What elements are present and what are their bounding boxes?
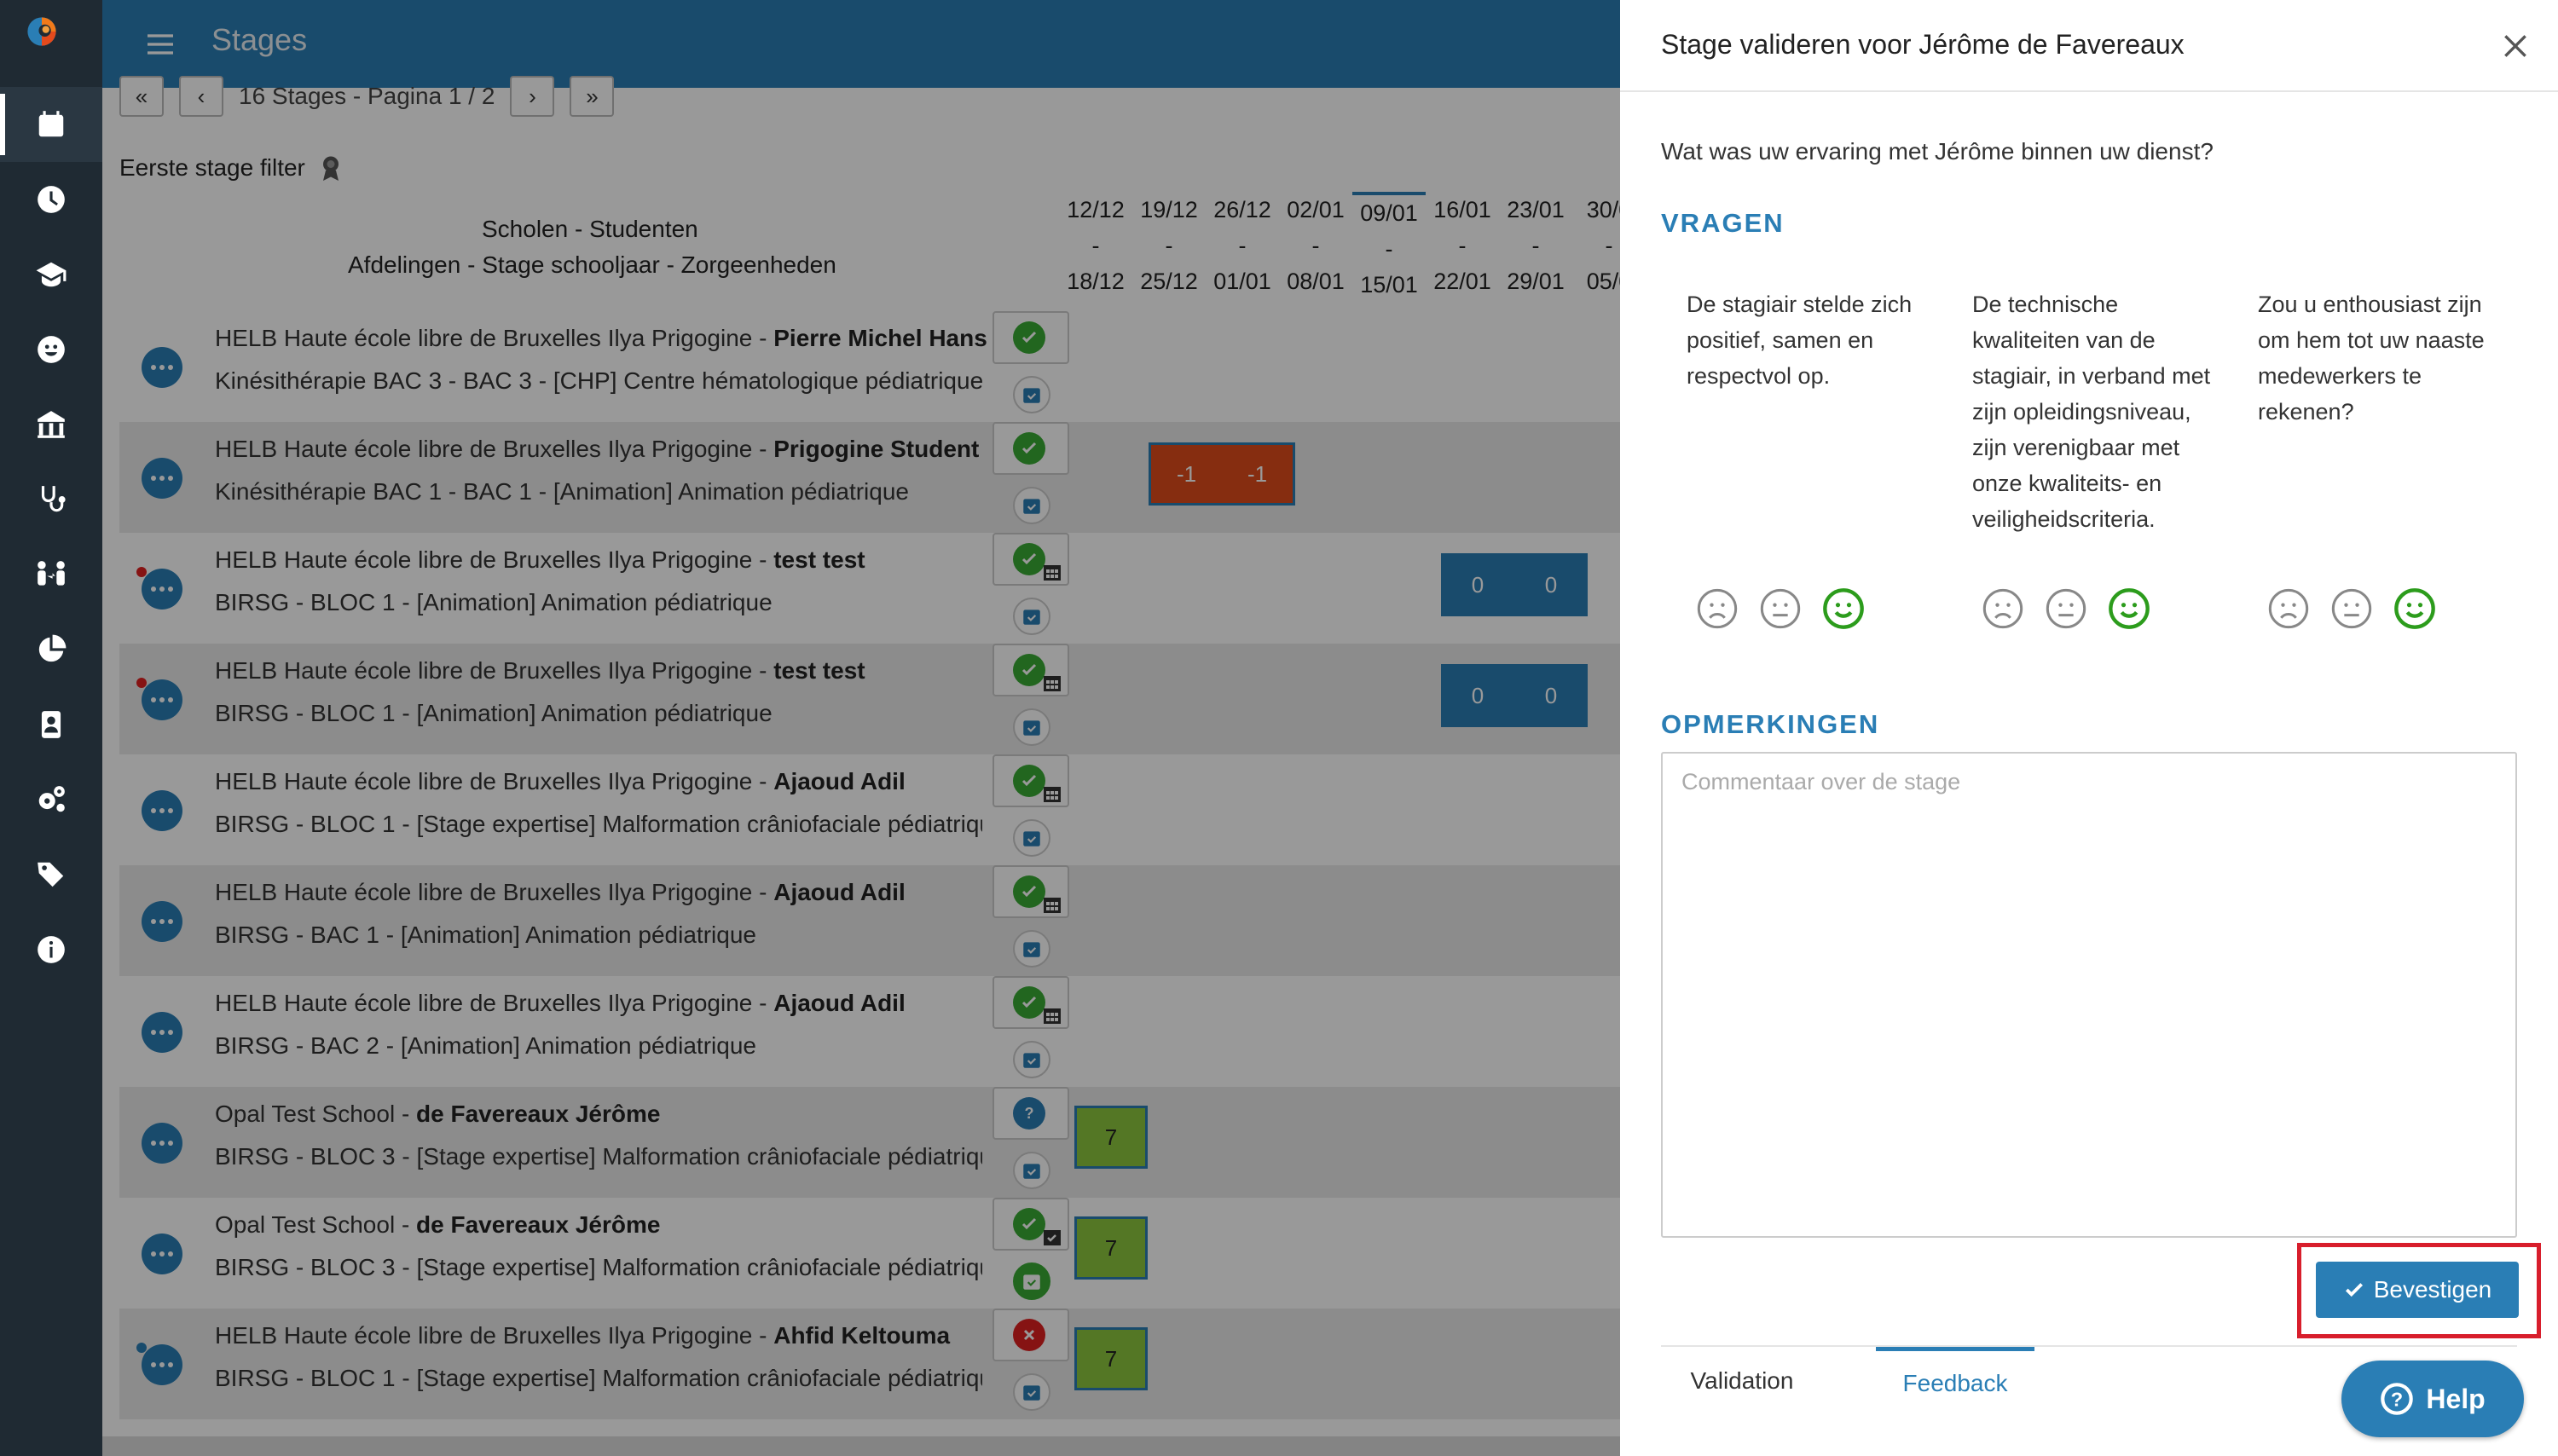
sad-face-icon[interactable] <box>1981 586 2025 631</box>
question-text: De technische kwaliteiten van de stagiai… <box>1972 292 2211 532</box>
remarks-title: OPMERKINGEN <box>1661 709 1880 739</box>
sidebar <box>0 0 102 1456</box>
tags-icon <box>38 862 64 887</box>
question-text: Zou u enthousiast zijn om hem tot uw naa… <box>2258 292 2485 425</box>
app-logo[interactable] <box>26 15 77 70</box>
nav-mentors[interactable] <box>0 537 102 612</box>
confirm-button[interactable]: Bevestigen <box>2316 1262 2519 1318</box>
address-book-icon <box>41 711 61 738</box>
gears-icon <box>38 786 65 812</box>
school-icon <box>38 411 65 438</box>
nav-tags[interactable] <box>0 837 102 912</box>
question-text: De stagiair stelde zich positief, samen … <box>1687 292 1913 389</box>
rating-group <box>2266 586 2437 631</box>
check-icon <box>2345 1283 2363 1297</box>
close-icon[interactable] <box>2498 29 2532 63</box>
validation-drawer: Stage valideren voor Jérôme de Favereaux… <box>1620 0 2558 1456</box>
neutral-face-icon[interactable] <box>1758 586 1803 631</box>
nav-feedback[interactable] <box>0 312 102 387</box>
svg-text:?: ? <box>2391 1388 2403 1410</box>
stethoscope-icon <box>41 486 66 512</box>
rating-group <box>1981 586 2151 631</box>
clock-icon <box>38 186 65 213</box>
nav-school[interactable] <box>0 387 102 462</box>
pie-chart-icon <box>38 634 67 662</box>
nav-calendar[interactable] <box>0 87 102 162</box>
tab-validation[interactable]: Validation <box>1661 1347 1823 1415</box>
nav-statistics[interactable] <box>0 612 102 687</box>
modal-backdrop[interactable] <box>102 0 1620 1456</box>
remarks-textarea[interactable] <box>1661 752 2517 1238</box>
nav-contacts[interactable] <box>0 687 102 762</box>
happy-face-icon[interactable] <box>1821 586 1866 631</box>
nav-settings[interactable] <box>0 762 102 837</box>
help-button[interactable]: ? Help <box>2341 1361 2524 1437</box>
graduation-cap-icon <box>36 262 67 287</box>
help-label: Help <box>2426 1383 2486 1414</box>
questions-title: VRAGEN <box>1661 208 1785 238</box>
drawer-header: Stage valideren voor Jérôme de Favereaux <box>1620 0 2558 92</box>
neutral-face-icon[interactable] <box>2329 586 2374 631</box>
happy-face-icon[interactable] <box>2107 586 2151 631</box>
sad-face-icon[interactable] <box>2266 586 2311 631</box>
nav-medical[interactable] <box>0 462 102 537</box>
nav-students[interactable] <box>0 237 102 312</box>
calendar-icon <box>38 111 64 137</box>
nav-clock[interactable] <box>0 162 102 237</box>
smiley-icon <box>38 336 65 363</box>
nav-info[interactable] <box>0 912 102 987</box>
rating-group <box>1695 586 1866 631</box>
people-arrows-icon <box>38 561 65 586</box>
confirm-label: Bevestigen <box>2373 1276 2492 1303</box>
experience-question: Wat was uw ervaring met Jérôme binnen uw… <box>1661 138 2214 165</box>
happy-face-icon[interactable] <box>2393 586 2437 631</box>
neutral-face-icon[interactable] <box>2044 586 2088 631</box>
question-circle-icon: ? <box>2381 1383 2414 1415</box>
drawer-title: Stage valideren voor Jérôme de Favereaux <box>1661 29 2185 60</box>
sad-face-icon[interactable] <box>1695 586 1739 631</box>
tab-feedback[interactable]: Feedback <box>1876 1347 2034 1415</box>
info-icon <box>38 936 65 963</box>
